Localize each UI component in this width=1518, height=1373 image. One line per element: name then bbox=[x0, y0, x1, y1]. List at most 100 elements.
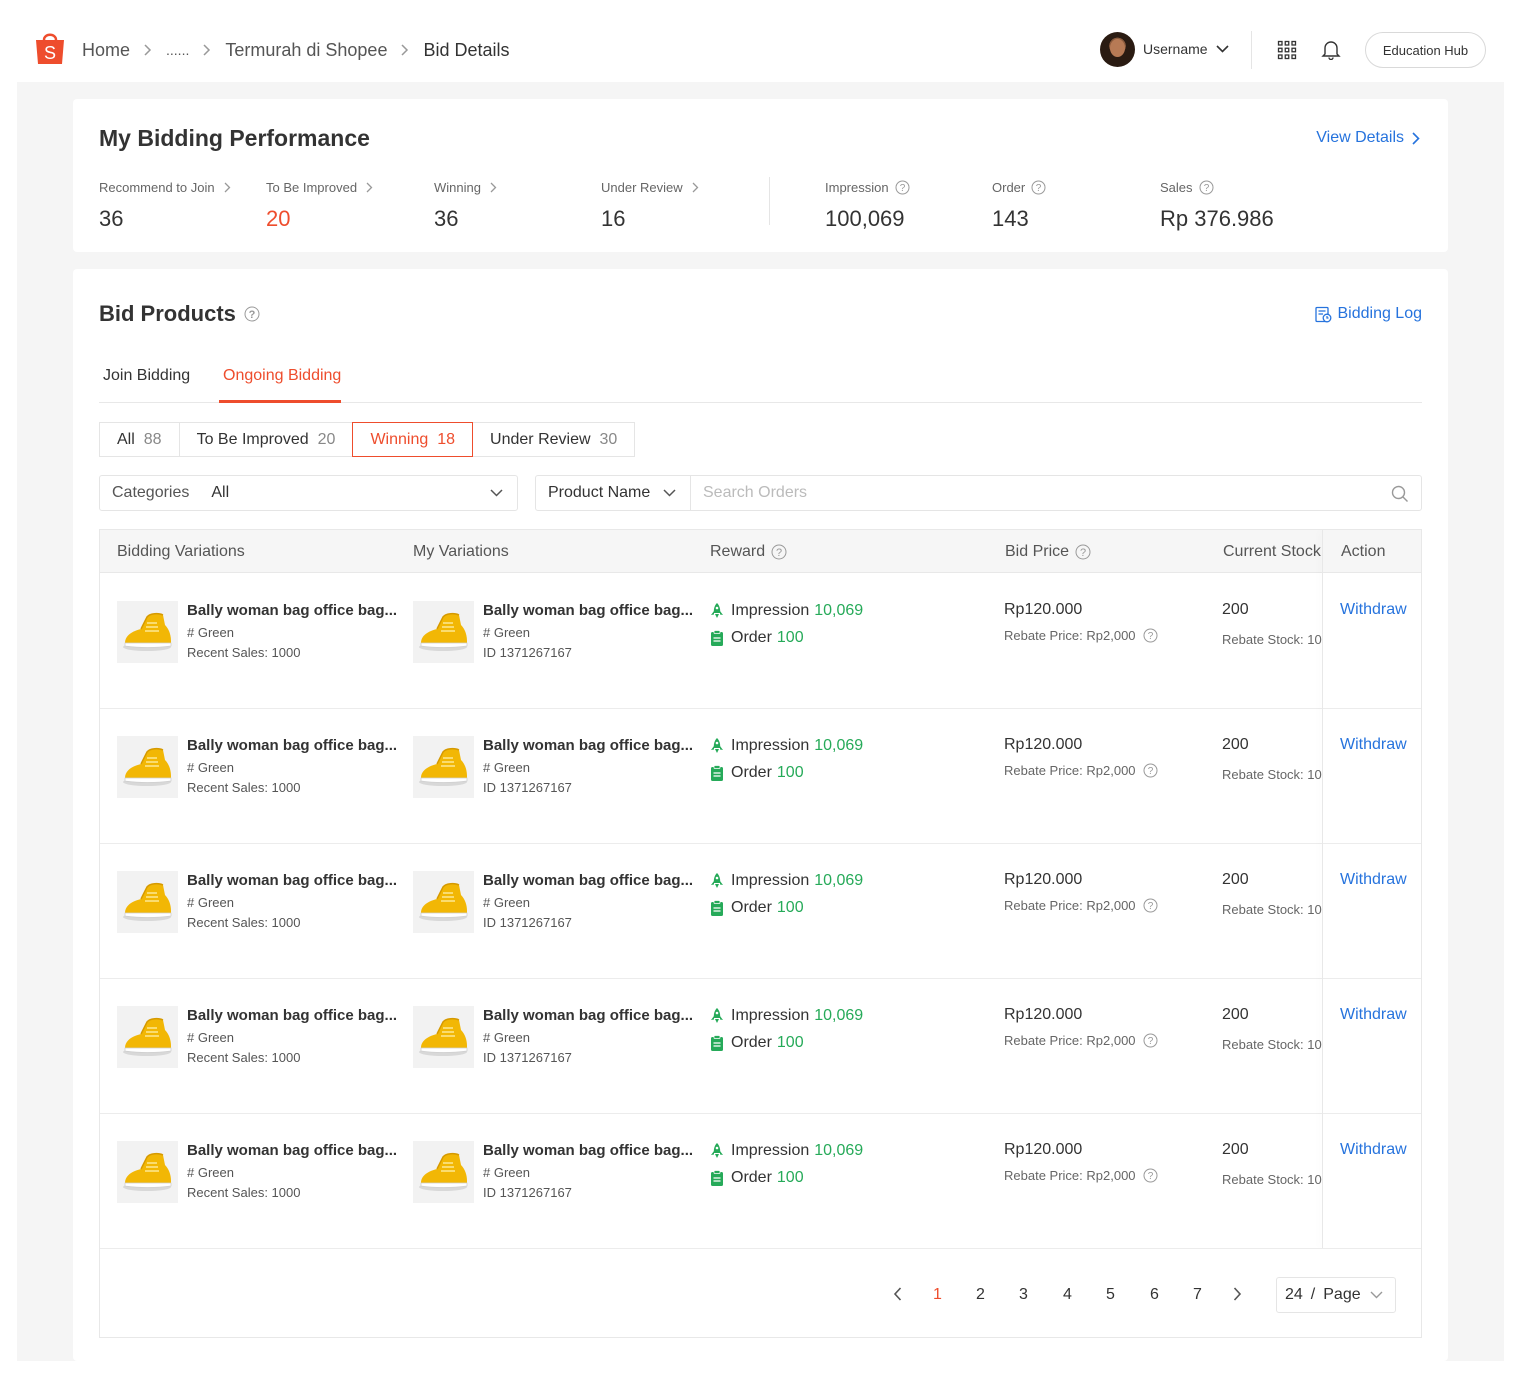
impression-label: Impression bbox=[731, 1142, 810, 1159]
withdraw-button[interactable]: Withdraw bbox=[1340, 736, 1407, 754]
search-type-select[interactable]: Product Name bbox=[536, 476, 691, 510]
filter-winning[interactable]: Winning 18 bbox=[352, 422, 474, 457]
product-thumbnail[interactable] bbox=[413, 601, 474, 663]
apps-grid-icon[interactable] bbox=[1277, 40, 1297, 60]
current-stock-cell: 200 Rebate Stock: 100 bbox=[1222, 1006, 1323, 1052]
help-circle-icon[interactable]: ? bbox=[1199, 180, 1214, 195]
withdraw-button[interactable]: Withdraw bbox=[1340, 871, 1407, 889]
my-product-name[interactable]: Bally woman bag office bag... bbox=[483, 1007, 693, 1024]
bid-product-name[interactable]: Bally woman bag office bag... bbox=[187, 1142, 397, 1159]
rocket-icon bbox=[710, 1008, 724, 1024]
tab-join-bidding[interactable]: Join Bidding bbox=[103, 367, 190, 385]
username[interactable]: Username bbox=[1143, 41, 1208, 57]
help-circle-icon[interactable]: ? bbox=[1031, 180, 1046, 195]
help-circle-icon[interactable]: ? bbox=[895, 180, 910, 195]
product-thumbnail[interactable] bbox=[413, 1141, 474, 1203]
breadcrumb-home[interactable]: Home bbox=[82, 40, 130, 61]
tab-ongoing-bidding[interactable]: Ongoing Bidding bbox=[223, 367, 341, 385]
withdraw-button[interactable]: Withdraw bbox=[1340, 1006, 1407, 1024]
user-menu[interactable]: Username bbox=[1100, 31, 1229, 67]
bid-products-card: Bid Products ? Bidding Log Join Bidding … bbox=[73, 269, 1448, 1361]
chevron-down-icon[interactable] bbox=[663, 486, 676, 500]
product-thumbnail[interactable] bbox=[413, 1006, 474, 1068]
help-circle-icon[interactable]: ? bbox=[1143, 763, 1158, 778]
chevron-down-icon[interactable] bbox=[1370, 1289, 1383, 1301]
search-input[interactable] bbox=[691, 477, 1421, 509]
help-circle-icon[interactable]: ? bbox=[1143, 628, 1158, 643]
chevron-down-icon[interactable] bbox=[1216, 45, 1229, 53]
education-hub-button[interactable]: Education Hub bbox=[1365, 32, 1486, 68]
view-details-link[interactable]: View Details bbox=[1316, 129, 1420, 147]
withdraw-button[interactable]: Withdraw bbox=[1340, 1141, 1407, 1159]
page-7[interactable]: 7 bbox=[1193, 1286, 1202, 1304]
bid-price-value: Rp120.000 bbox=[1004, 601, 1083, 618]
stock-value: 200 bbox=[1222, 871, 1249, 888]
withdraw-button[interactable]: Withdraw bbox=[1340, 601, 1407, 619]
product-thumbnail[interactable] bbox=[117, 1006, 178, 1068]
bid-product-name[interactable]: Bally woman bag office bag... bbox=[187, 872, 397, 889]
product-thumbnail[interactable] bbox=[117, 601, 178, 663]
metric-impression: Impression? 100,069 bbox=[825, 179, 910, 232]
product-thumbnail[interactable] bbox=[117, 1141, 178, 1203]
help-circle-icon[interactable]: ? bbox=[1143, 1033, 1158, 1048]
my-product-name[interactable]: Bally woman bag office bag... bbox=[483, 872, 693, 889]
svg-text:?: ? bbox=[1147, 1171, 1153, 1182]
metric-value: 16 bbox=[601, 206, 626, 231]
avatar[interactable] bbox=[1100, 31, 1135, 67]
bell-icon[interactable] bbox=[1320, 38, 1342, 60]
page-5[interactable]: 5 bbox=[1106, 1286, 1115, 1304]
page-6[interactable]: 6 bbox=[1150, 1286, 1159, 1304]
page-2[interactable]: 2 bbox=[976, 1286, 985, 1304]
search-type-label[interactable]: Product Name bbox=[548, 484, 650, 502]
categories-select[interactable]: Categories All bbox=[99, 475, 518, 511]
page-3[interactable]: 3 bbox=[1019, 1286, 1028, 1304]
metric-to-be-improved[interactable]: To Be Improved 20 bbox=[266, 179, 373, 232]
bidding-log-label[interactable]: Bidding Log bbox=[1337, 305, 1422, 323]
bid-products-table: Bidding Variations My Variations Reward?… bbox=[99, 529, 1422, 1338]
filter-under-review[interactable]: Under Review 30 bbox=[472, 422, 636, 457]
product-thumbnail[interactable] bbox=[117, 871, 178, 933]
help-circle-icon[interactable]: ? bbox=[244, 306, 260, 322]
page-1[interactable]: 1 bbox=[933, 1286, 942, 1304]
order-clipboard-icon bbox=[710, 765, 724, 781]
filter-to-be-improved[interactable]: To Be Improved 20 bbox=[178, 422, 354, 457]
chevron-left-icon[interactable] bbox=[893, 1287, 902, 1301]
product-thumbnail[interactable] bbox=[117, 736, 178, 798]
my-product-id: ID 1371267167 bbox=[483, 780, 572, 795]
metric-value: 20 bbox=[266, 206, 291, 231]
categories-value[interactable]: All bbox=[211, 484, 229, 502]
metric-winning[interactable]: Winning 36 bbox=[434, 179, 497, 232]
bidding-log-link[interactable]: Bidding Log bbox=[1315, 305, 1422, 323]
view-details-label[interactable]: View Details bbox=[1316, 129, 1404, 147]
page-size-select[interactable]: 24 / Page bbox=[1276, 1277, 1396, 1313]
bidding-log-icon[interactable] bbox=[1315, 306, 1332, 323]
help-circle-icon[interactable]: ? bbox=[1075, 544, 1091, 560]
metric-recommend-to-join[interactable]: Recommend to Join 36 bbox=[99, 179, 231, 232]
chevron-right-icon[interactable] bbox=[1412, 131, 1420, 145]
breadcrumb-section[interactable]: Termurah di Shopee bbox=[225, 40, 387, 61]
chevron-right-icon[interactable] bbox=[1233, 1287, 1242, 1301]
bid-product-name[interactable]: Bally woman bag office bag... bbox=[187, 602, 397, 619]
bid-product-name[interactable]: Bally woman bag office bag... bbox=[187, 737, 397, 754]
page-size-separator: / bbox=[1310, 1286, 1316, 1303]
page-size-value[interactable]: 24 bbox=[1285, 1286, 1303, 1304]
shopee-logo-icon[interactable]: S bbox=[34, 30, 66, 66]
my-product-name[interactable]: Bally woman bag office bag... bbox=[483, 602, 693, 619]
help-circle-icon[interactable]: ? bbox=[771, 544, 787, 560]
product-thumbnail[interactable] bbox=[413, 871, 474, 933]
bid-price-cell: Rp120.000 Rebate Price: Rp2,000? bbox=[1004, 601, 1158, 643]
my-product-name[interactable]: Bally woman bag office bag... bbox=[483, 1142, 693, 1159]
page-4[interactable]: 4 bbox=[1063, 1286, 1072, 1304]
bid-price-cell: Rp120.000 Rebate Price: Rp2,000? bbox=[1004, 1141, 1158, 1183]
filter-all[interactable]: All 88 bbox=[99, 422, 180, 457]
product-thumbnail[interactable] bbox=[413, 736, 474, 798]
bid-product-name[interactable]: Bally woman bag office bag... bbox=[187, 1007, 397, 1024]
breadcrumb-ellipsis[interactable]: ...... bbox=[166, 42, 189, 58]
chevron-down-icon[interactable] bbox=[490, 486, 503, 500]
help-circle-icon[interactable]: ? bbox=[1143, 1168, 1158, 1183]
filter-label: Under Review bbox=[490, 430, 591, 448]
metric-under-review[interactable]: Under Review 16 bbox=[601, 179, 699, 232]
search-icon[interactable] bbox=[1391, 485, 1409, 503]
my-product-name[interactable]: Bally woman bag office bag... bbox=[483, 737, 693, 754]
help-circle-icon[interactable]: ? bbox=[1143, 898, 1158, 913]
